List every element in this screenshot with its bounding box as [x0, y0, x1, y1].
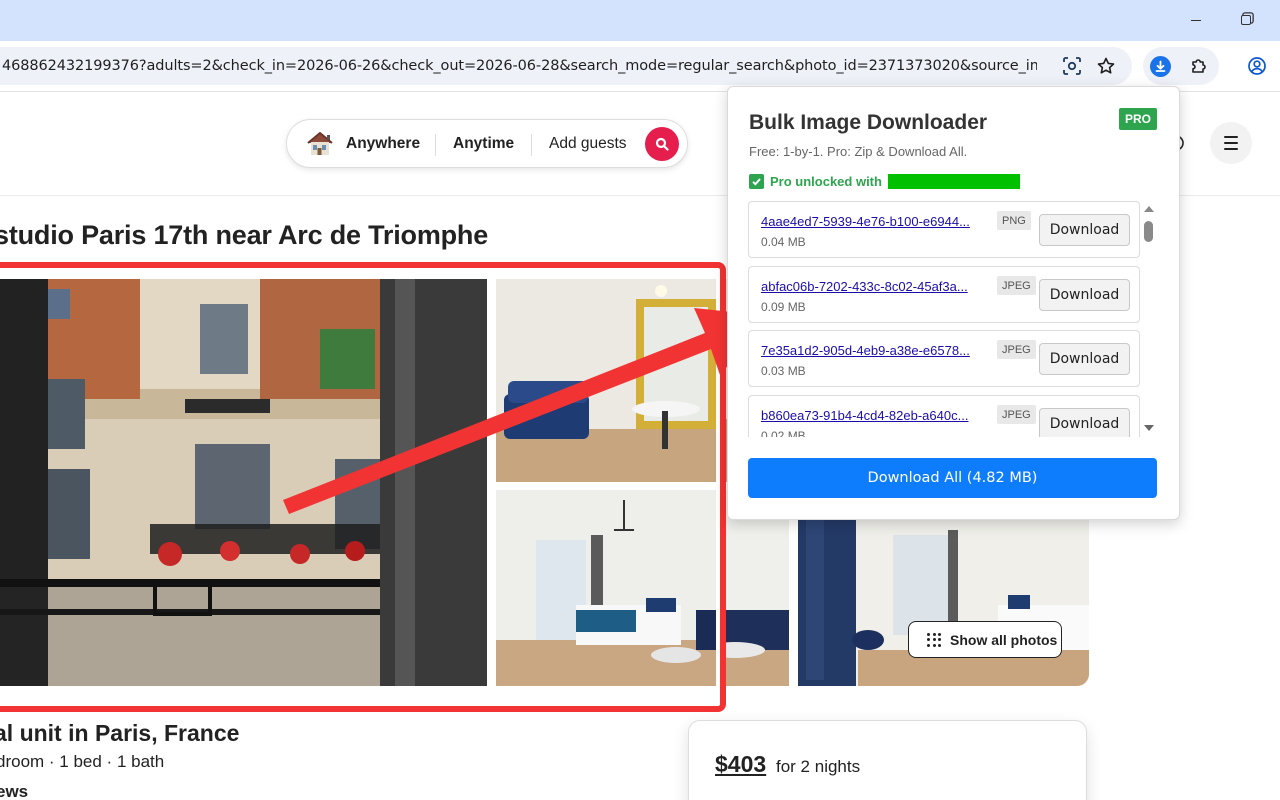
image-list[interactable]: 4aae4ed7-5939-4e76-b100-e6944... 0.04 MB…: [748, 201, 1141, 437]
pro-badge: PRO: [1119, 108, 1157, 130]
extensions-puzzle-icon[interactable]: [1188, 55, 1210, 77]
unit-specs: droom · 1 bed · 1 bath: [0, 752, 165, 771]
download-button[interactable]: Download: [1039, 343, 1130, 375]
price-amount[interactable]: $403: [715, 751, 766, 778]
pro-unlock-status: Pro unlocked with: [749, 172, 1020, 190]
download-button[interactable]: Download: [1039, 214, 1130, 246]
download-button[interactable]: Download: [1039, 408, 1130, 437]
address-bar[interactable]: 468862432199376?adults=2&check_in=2026-0…: [0, 47, 1132, 85]
image-size: 0.03 MB: [761, 364, 806, 378]
search-divider: [531, 134, 532, 156]
image-list-item: 4aae4ed7-5939-4e76-b100-e6944... 0.04 MB…: [748, 201, 1140, 258]
search-add-guests[interactable]: Add guests: [549, 135, 627, 153]
bulk-downloader-extension-icon[interactable]: [1150, 56, 1171, 77]
scroll-up-arrow-icon[interactable]: [1144, 206, 1154, 212]
google-lens-icon[interactable]: [1061, 55, 1083, 77]
redacted-license-bar: [887, 173, 1020, 189]
hamburger-icon: [1224, 136, 1238, 138]
search-bar[interactable]: Anywhere Anytime Add guests: [286, 119, 688, 168]
image-list-item: abfac06b-7202-433c-8c02-45af3a... 0.09 M…: [748, 266, 1140, 323]
price-card: $403 for 2 nights: [688, 720, 1087, 800]
image-list-item: b860ea73-91b4-4cd4-82eb-a640c... 0.02 MB…: [748, 395, 1140, 437]
price-nights: for 2 nights: [776, 757, 861, 776]
download-all-button[interactable]: Download All (4.82 MB): [748, 458, 1157, 498]
bulk-downloader-popup: Bulk Image Downloader PRO Free: 1-by-1. …: [727, 86, 1180, 520]
search-divider: [435, 134, 436, 156]
menu-button[interactable]: [1210, 122, 1252, 164]
scroll-down-arrow-icon[interactable]: [1144, 425, 1154, 431]
image-type-badge: PNG: [997, 211, 1031, 230]
minimize-icon: [1191, 19, 1201, 21]
image-type-badge: JPEG: [997, 276, 1036, 295]
house-icon: [305, 129, 335, 159]
show-all-photos-button[interactable]: Show all photos: [908, 621, 1062, 658]
image-link[interactable]: 7e35a1d2-905d-4eb9-a38e-e6578...: [761, 343, 989, 358]
image-type-badge: JPEG: [997, 340, 1036, 359]
restore-icon: [1241, 15, 1251, 25]
search-anywhere[interactable]: Anywhere: [346, 135, 420, 153]
minimize-button[interactable]: [1181, 8, 1211, 32]
browser-toolbar: 468862432199376?adults=2&check_in=2026-0…: [0, 41, 1280, 92]
image-type-badge: JPEG: [997, 405, 1036, 424]
image-link[interactable]: abfac06b-7202-433c-8c02-45af3a...: [761, 279, 989, 294]
reviews-link[interactable]: ews: [0, 782, 28, 800]
profile-icon[interactable]: [1246, 55, 1268, 77]
image-size: 0.02 MB: [761, 429, 806, 437]
unlock-text: Pro unlocked with: [770, 173, 882, 189]
browser-titlebar: [0, 0, 1280, 41]
scrollbar-thumb[interactable]: [1144, 221, 1153, 242]
checkmark-icon: [749, 173, 764, 189]
image-link[interactable]: 4aae4ed7-5939-4e76-b100-e6944...: [761, 214, 989, 229]
image-size: 0.09 MB: [761, 300, 806, 314]
search-button[interactable]: [645, 127, 679, 161]
grid-dots-icon: [927, 632, 941, 647]
listing-title: studio Paris 17th near Arc de Triomphe: [0, 220, 489, 250]
search-icon: [655, 137, 669, 151]
annotation-highlight-frame: [0, 262, 726, 712]
image-list-scrollbar[interactable]: [1142, 204, 1156, 434]
popup-subtitle: Free: 1-by-1. Pro: Zip & Download All.: [749, 144, 968, 159]
url-text[interactable]: 468862432199376?adults=2&check_in=2026-0…: [2, 58, 1037, 74]
image-list-item: 7e35a1d2-905d-4eb9-a38e-e6578... 0.03 MB…: [748, 330, 1140, 387]
unit-title: al unit in Paris, France: [0, 720, 240, 746]
download-button[interactable]: Download: [1039, 279, 1130, 311]
restore-button[interactable]: [1231, 8, 1261, 32]
bookmark-star-icon[interactable]: [1095, 55, 1117, 77]
image-size: 0.04 MB: [761, 235, 806, 249]
image-link[interactable]: b860ea73-91b4-4cd4-82eb-a640c...: [761, 408, 989, 423]
popup-title: Bulk Image Downloader: [749, 111, 988, 134]
show-all-photos-label: Show all photos: [950, 631, 1058, 648]
search-anytime[interactable]: Anytime: [453, 135, 514, 153]
